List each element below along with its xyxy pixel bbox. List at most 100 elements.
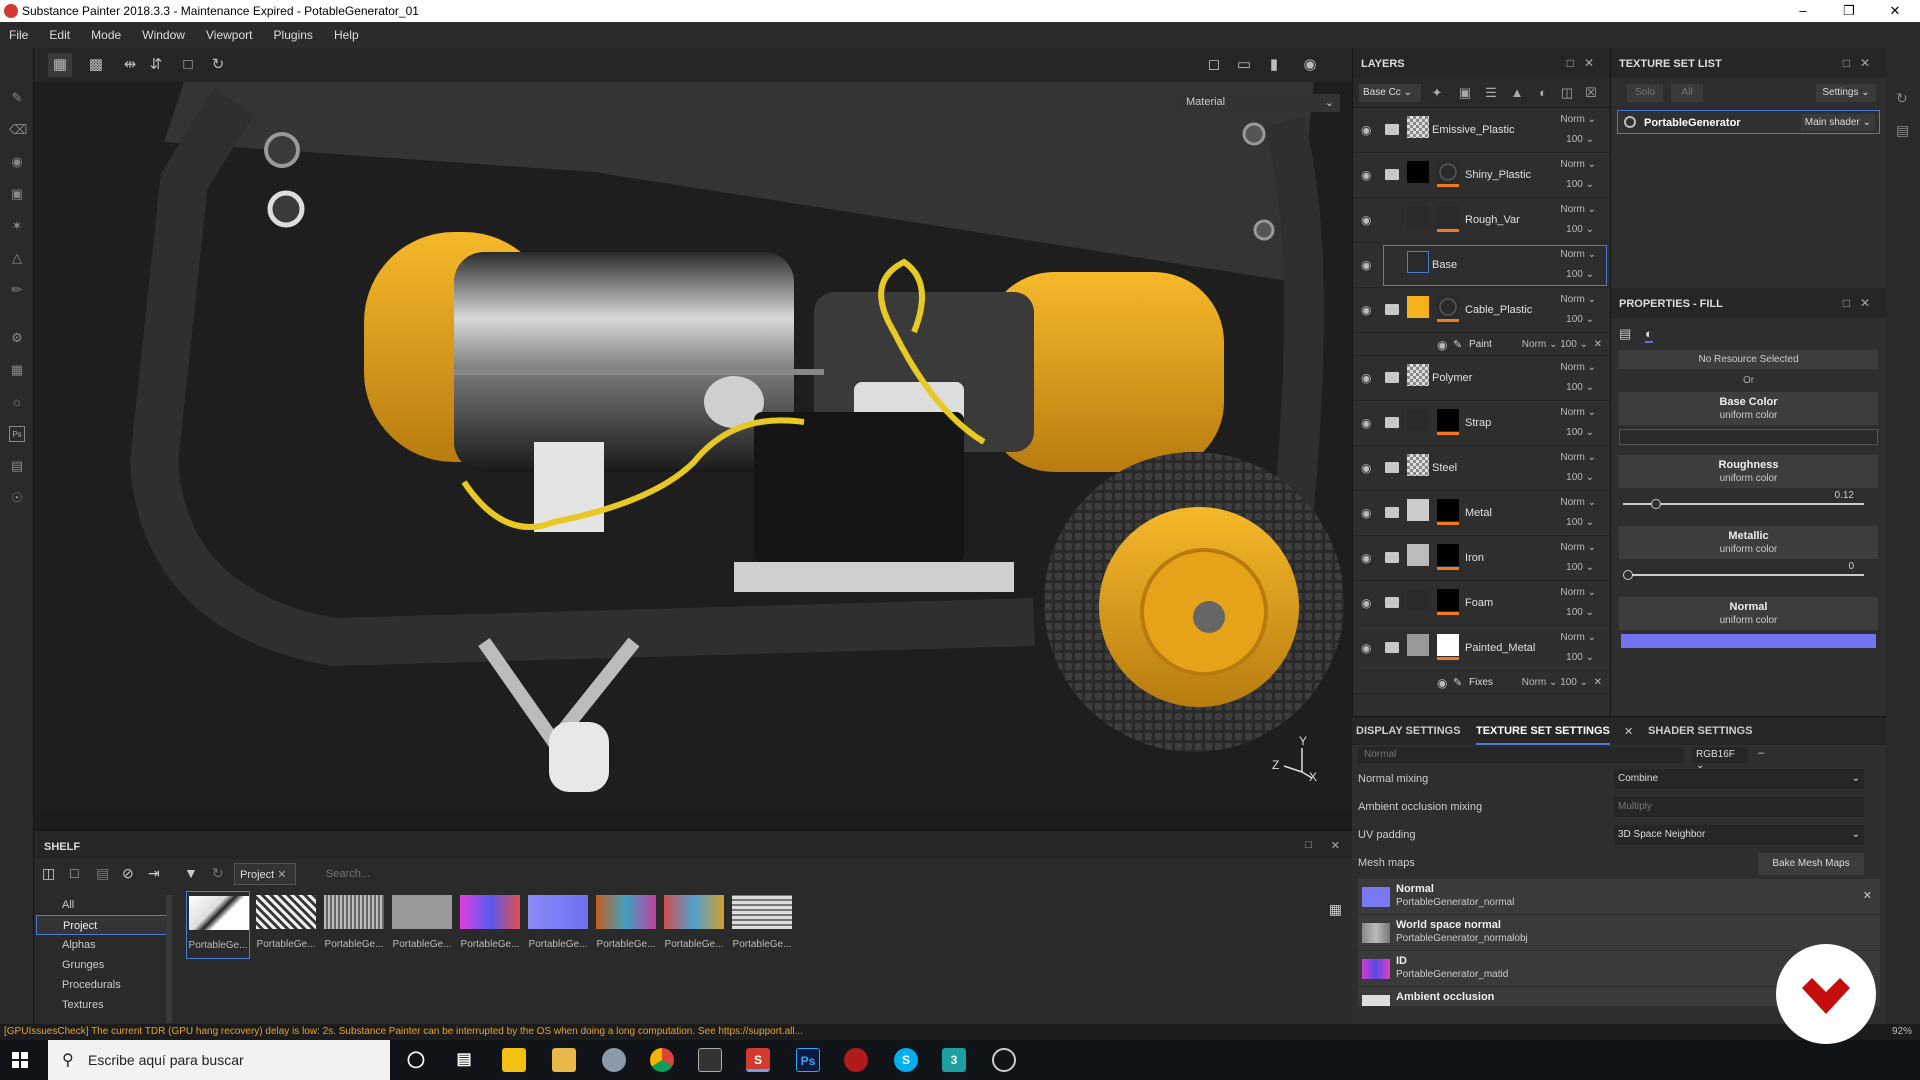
app-icon-red[interactable] <box>844 1048 868 1072</box>
eye-icon[interactable]: ◉ <box>1361 371 1375 385</box>
eraser-icon[interactable]: ⌫ <box>9 122 27 138</box>
eye-icon[interactable]: ◉ <box>1361 213 1375 227</box>
layer-row[interactable]: ◉ Polymer Norm ⌄ 100 ⌄ <box>1353 356 1610 401</box>
sublayer-settings[interactable]: Norm ⌄ 100 ⌄ ✕ <box>1522 339 1602 350</box>
metallic-block[interactable]: Metallic uniform color <box>1619 526 1878 559</box>
add-fill-layer-icon[interactable]: ▲ <box>1509 85 1525 101</box>
eye-icon[interactable]: ◉ <box>1361 506 1375 520</box>
filter-tag-project[interactable]: Project ✕ <box>234 863 296 885</box>
category-scrollbar[interactable] <box>166 895 172 1023</box>
symmetry-y-icon[interactable]: ⇵ <box>144 53 168 77</box>
close-panel-icon[interactable]: ✕ <box>1860 296 1880 310</box>
float-panel-icon[interactable]: □ <box>1567 56 1584 70</box>
layer-row[interactable]: ◉ Emissive_Plastic Norm ⌄ 100 ⌄ <box>1353 108 1610 153</box>
opacity-field[interactable]: 100 ⌄ <box>1566 652 1594 663</box>
format-select[interactable]: RGB16F ⌄ <box>1692 747 1748 771</box>
opacity-field[interactable]: 100 ⌄ <box>1566 134 1594 145</box>
add-layer-icon[interactable]: ☰ <box>1483 85 1499 101</box>
hide-icon[interactable]: ⊘ <box>122 865 134 882</box>
clone-stamp-icon[interactable]: △ <box>9 250 25 266</box>
app-icon-3[interactable]: 3 <box>942 1048 966 1072</box>
normal-block[interactable]: Normal uniform color <box>1619 597 1878 630</box>
blend-mode-select[interactable]: Norm ⌄ <box>1560 542 1596 553</box>
opacity-field[interactable]: 100 ⌄ <box>1566 607 1594 618</box>
opacity-field[interactable]: 100 ⌄ <box>1566 269 1594 280</box>
all-button[interactable]: All <box>1671 84 1703 102</box>
windows-start-icon[interactable] <box>12 1052 28 1068</box>
material-tab-icon[interactable]: ▤ <box>1619 326 1631 342</box>
camera-3d-icon[interactable]: ▭ <box>1232 53 1256 77</box>
blend-mode-select[interactable]: Norm ⌄ <box>1560 497 1596 508</box>
polygon-fill-icon[interactable]: ▣ <box>9 186 25 202</box>
blend-mode-select[interactable]: Norm ⌄ <box>1560 587 1596 598</box>
blend-mode-select[interactable]: Norm ⌄ <box>1560 249 1596 260</box>
task-view-icon[interactable]: ▤ <box>452 1048 476 1072</box>
blend-mode-select[interactable]: Norm ⌄ <box>1560 114 1596 125</box>
opacity-field[interactable]: 100 ⌄ <box>1566 427 1594 438</box>
texture-set-row[interactable]: PortableGenerator Main shader ⌄ <box>1617 110 1880 134</box>
float-panel-icon[interactable]: □ <box>1843 56 1860 70</box>
add-folder-icon[interactable]: ◫ <box>1559 85 1575 101</box>
bake-mesh-maps-button[interactable]: Bake Mesh Maps <box>1758 853 1864 875</box>
layer-row[interactable]: ◉ Strap Norm ⌄ 100 ⌄ <box>1353 401 1610 446</box>
projection-icon[interactable]: ◉ <box>9 154 25 170</box>
sticky-notes-icon[interactable] <box>502 1048 526 1072</box>
menu-viewport[interactable]: Viewport <box>197 22 261 42</box>
base-color-block[interactable]: Base Color uniform color <box>1619 392 1878 425</box>
layer-row[interactable]: ◉ Rough_Var Norm ⌄ 100 ⌄ <box>1353 198 1610 243</box>
add-mask-icon[interactable]: ▣ <box>1457 85 1473 101</box>
add-effect-icon[interactable]: ✦ <box>1429 85 1445 101</box>
sublayer-row[interactable]: ◉ ✎ Paint Norm ⌄ 100 ⌄ ✕ <box>1353 333 1610 356</box>
frame-icon[interactable]: □ <box>176 53 200 77</box>
file-explorer-icon[interactable] <box>552 1048 576 1072</box>
shelf-category-textures[interactable]: Textures <box>36 995 168 1015</box>
layer-row[interactable]: ◉ Painted_Metal Norm ⌄ 100 ⌄ <box>1353 626 1610 671</box>
tab-shader-settings[interactable]: SHADER SETTINGS <box>1648 725 1753 737</box>
normal-channel-field[interactable]: Normal <box>1358 747 1684 763</box>
color-picker-icon[interactable]: ✏ <box>9 282 25 298</box>
channel-select[interactable]: Base Cc ⌄ <box>1359 84 1421 102</box>
shelf-item[interactable]: PortableGe... <box>662 891 726 959</box>
eye-icon[interactable]: ◉ <box>1361 641 1375 655</box>
metallic-slider[interactable]: 0 <box>1619 561 1878 583</box>
smart-material-icon[interactable]: ◐ <box>1535 85 1551 101</box>
remove-channel-icon[interactable]: – <box>1758 747 1764 759</box>
normal-color-swatch[interactable] <box>1621 634 1876 648</box>
blend-mode-select[interactable]: Norm ⌄ <box>1560 294 1596 305</box>
taskbar-search-box[interactable]: ⚲ Escribe aquí para buscar <box>48 1040 390 1080</box>
layer-row[interactable]: ◉ Metal Norm ⌄ 100 ⌄ <box>1353 491 1610 536</box>
opacity-field[interactable]: 100 ⌄ <box>1566 382 1594 393</box>
eye-icon[interactable]: ◉ <box>1361 123 1375 137</box>
roughness-slider[interactable]: 0.12 <box>1619 490 1878 512</box>
resource-slot[interactable]: No Resource Selected <box>1619 350 1878 369</box>
visibility-icon[interactable] <box>1624 116 1636 128</box>
eye-icon[interactable]: ◉ <box>1361 596 1375 610</box>
menu-mode[interactable]: Mode <box>82 22 130 42</box>
mesh-map-normal[interactable]: Normal PortableGenerator_normal ✕ <box>1358 879 1880 915</box>
refresh-icon[interactable]: ↻ <box>212 865 224 882</box>
shelf-item[interactable]: PortableGe... <box>186 891 250 959</box>
history-icon[interactable]: ↻ <box>206 53 230 77</box>
opacity-field[interactable]: 100 ⌄ <box>1566 179 1594 190</box>
layer-row[interactable]: ◉ Cable_Plastic Norm ⌄ 100 ⌄ <box>1353 288 1610 333</box>
remove-effect-icon[interactable]: ✕ <box>1594 339 1602 350</box>
skype-icon[interactable]: S <box>894 1048 918 1072</box>
float-panel-icon[interactable]: □ <box>1843 296 1860 310</box>
sublayer-row[interactable]: ◉ ✎ Fixes Norm ⌄ 100 ⌄ ✕ <box>1353 671 1610 694</box>
blend-mode-select[interactable]: Norm ⌄ <box>1560 204 1596 215</box>
viewport-channel-select[interactable]: Material ⌄ <box>1180 94 1340 112</box>
screenshot-icon[interactable]: ◉ <box>1298 53 1322 77</box>
shelf-item[interactable]: PortableGe... <box>254 891 318 959</box>
menu-file[interactable]: File <box>0 22 37 42</box>
close-window-button[interactable]: ✕ <box>1872 0 1918 22</box>
folder-icon[interactable]: ◫ <box>42 865 55 882</box>
new-item-icon[interactable]: □ <box>70 865 78 881</box>
opacity-field[interactable]: 100 ⌄ <box>1566 562 1594 573</box>
opacity-field[interactable]: 100 ⌄ <box>1566 224 1594 235</box>
app-icon-aperture[interactable] <box>992 1048 1016 1072</box>
photoshop-icon[interactable]: Ps <box>9 426 25 442</box>
3d-viewport[interactable]: Material ⌄ Y Z X <box>34 82 1352 812</box>
remove-filter-icon[interactable]: ✕ <box>277 869 286 881</box>
log-icon[interactable]: ▤ <box>1896 122 1909 139</box>
shelf-category-procedurals[interactable]: Procedurals <box>36 975 168 995</box>
